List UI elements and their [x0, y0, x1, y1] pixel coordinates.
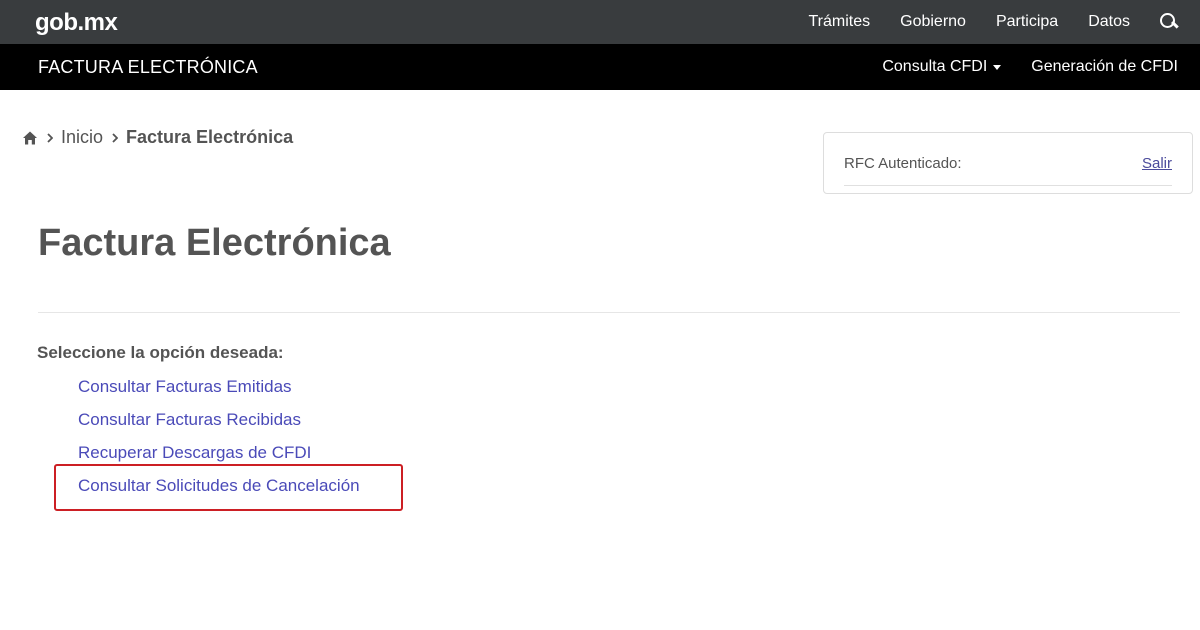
list-item: Consultar Facturas Recibidas — [78, 410, 360, 443]
nav-tramites[interactable]: Trámites — [808, 13, 870, 31]
consultar-recibidas-link[interactable]: Consultar Facturas Recibidas — [78, 410, 301, 429]
nav-gobierno[interactable]: Gobierno — [900, 13, 966, 31]
logout-link[interactable]: Salir — [1142, 155, 1172, 172]
options-prompt: Seleccione la opción deseada: — [37, 343, 284, 362]
gobmx-logo[interactable]: gob.mx — [35, 9, 118, 37]
rfc-divider — [844, 185, 1172, 186]
recuperar-descargas-link[interactable]: Recuperar Descargas de CFDI — [78, 443, 311, 462]
gob-topbar: gob.mx Trámites Gobierno Participa Datos — [0, 0, 1200, 44]
rfc-panel: RFC Autenticado: Salir — [823, 132, 1193, 194]
rfc-authenticated-label: RFC Autenticado: — [844, 155, 962, 172]
chevron-right-icon — [112, 132, 119, 143]
consultar-emitidas-link[interactable]: Consultar Facturas Emitidas — [78, 377, 292, 396]
home-icon[interactable] — [22, 130, 38, 146]
nav-datos[interactable]: Datos — [1088, 13, 1130, 31]
breadcrumb-current: Factura Electrónica — [126, 127, 294, 147]
highlight-annotation — [54, 464, 403, 511]
breadcrumb: Inicio Factura Electrónica — [22, 127, 293, 148]
section-navigation: Consulta CFDI Generación de CFDI — [882, 44, 1178, 90]
title-divider — [38, 312, 1180, 313]
top-navigation: Trámites Gobierno Participa Datos — [808, 0, 1200, 44]
page-title: Factura Electrónica — [38, 222, 391, 264]
consulta-cfdi-label: Consulta CFDI — [882, 58, 988, 75]
list-item: Consultar Facturas Emitidas — [78, 377, 360, 410]
logo-text-gob: gob — [35, 9, 78, 36]
search-icon[interactable] — [1160, 13, 1178, 31]
generacion-cfdi-link[interactable]: Generación de CFDI — [1031, 58, 1178, 76]
section-bar: FACTURA ELECTRÓNICA Consulta CFDI Genera… — [0, 44, 1200, 90]
section-title[interactable]: FACTURA ELECTRÓNICA — [38, 57, 258, 78]
nav-participa[interactable]: Participa — [996, 13, 1058, 31]
breadcrumb-inicio[interactable]: Inicio — [61, 127, 103, 148]
consulta-cfdi-dropdown[interactable]: Consulta CFDI — [882, 58, 1002, 76]
caret-down-icon — [993, 64, 1002, 70]
logo-text-mx: mx — [83, 9, 118, 36]
chevron-right-icon — [47, 132, 53, 143]
